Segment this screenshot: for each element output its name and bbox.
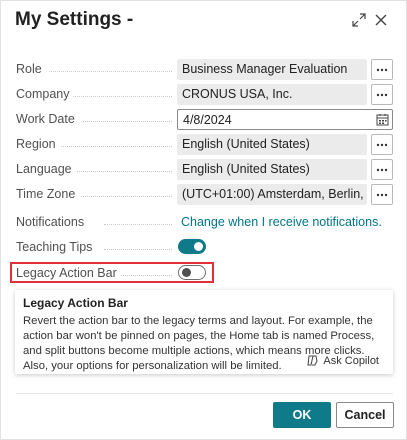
- language-field[interactable]: English (United States): [177, 159, 367, 180]
- teaching-tips-toggle[interactable]: [178, 239, 206, 254]
- teaching-tips-label: Teaching Tips: [16, 240, 93, 254]
- work-date-label: Work Date: [16, 112, 75, 126]
- dotted-leader: [104, 249, 172, 250]
- settings-dialog: My Settings - Role Business Manager Eval…: [0, 0, 407, 440]
- region-field[interactable]: English (United States): [177, 134, 367, 155]
- language-lookup-button[interactable]: [371, 159, 393, 180]
- company-label: Company: [16, 87, 70, 101]
- company-lookup-button[interactable]: [371, 84, 393, 105]
- notifications-label: Notifications: [16, 215, 85, 229]
- time-zone-field[interactable]: (UTC+01:00) Amsterdam, Berlin, Bern, Ro.…: [177, 184, 367, 205]
- region-row: Region English (United States): [1, 134, 407, 156]
- tooltip-title: Legacy Action Bar: [23, 296, 128, 310]
- time-zone-label: Time Zone: [16, 187, 76, 201]
- ellipsis-icon: [376, 168, 388, 171]
- ellipsis-icon: [376, 68, 388, 71]
- work-date-input[interactable]: 4/8/2024: [177, 109, 393, 130]
- company-field[interactable]: CRONUS USA, Inc.: [177, 84, 367, 105]
- dotted-leader: [77, 171, 172, 172]
- close-icon[interactable]: [371, 10, 391, 30]
- time-zone-row: Time Zone (UTC+01:00) Amsterdam, Berlin,…: [1, 184, 407, 206]
- dotted-leader: [81, 196, 172, 197]
- role-lookup-button[interactable]: [371, 59, 393, 80]
- teaching-tips-row: Teaching Tips: [1, 237, 407, 259]
- notifications-row: Notifications Change when I receive noti…: [1, 212, 407, 234]
- dotted-leader: [49, 71, 172, 72]
- role-row: Role Business Manager Evaluation: [1, 59, 407, 81]
- cancel-button[interactable]: Cancel: [336, 402, 394, 428]
- language-label: Language: [16, 162, 72, 176]
- copilot-icon: [307, 355, 318, 366]
- legacy-action-bar-tooltip: Legacy Action Bar Revert the action bar …: [15, 290, 393, 374]
- ellipsis-icon: [376, 93, 388, 96]
- work-date-row: Work Date 4/8/2024: [1, 109, 407, 131]
- time-zone-lookup-button[interactable]: [371, 184, 393, 205]
- dotted-leader: [104, 224, 172, 225]
- footer-divider: [16, 393, 393, 394]
- dialog-title: My Settings -: [15, 9, 134, 30]
- region-lookup-button[interactable]: [371, 134, 393, 155]
- ellipsis-icon: [376, 143, 388, 146]
- role-label: Role: [16, 62, 42, 76]
- ok-button[interactable]: OK: [273, 402, 331, 428]
- dotted-leader: [83, 121, 172, 122]
- expand-icon[interactable]: [349, 10, 369, 30]
- highlight-box: [10, 262, 214, 283]
- dotted-leader: [73, 96, 172, 97]
- toggle-knob: [194, 242, 203, 251]
- ask-copilot-label: Ask Copilot: [323, 354, 379, 367]
- language-row: Language English (United States): [1, 159, 407, 181]
- company-row: Company CRONUS USA, Inc.: [1, 84, 407, 106]
- ellipsis-icon: [376, 193, 388, 196]
- region-label: Region: [16, 137, 56, 151]
- dotted-leader: [61, 146, 172, 147]
- work-date-value: 4/8/2024: [183, 113, 232, 127]
- notifications-link[interactable]: Change when I receive notifications.: [181, 215, 382, 229]
- ask-copilot-link[interactable]: Ask Copilot: [306, 354, 379, 367]
- calendar-icon[interactable]: [376, 113, 389, 129]
- role-field[interactable]: Business Manager Evaluation: [177, 59, 367, 80]
